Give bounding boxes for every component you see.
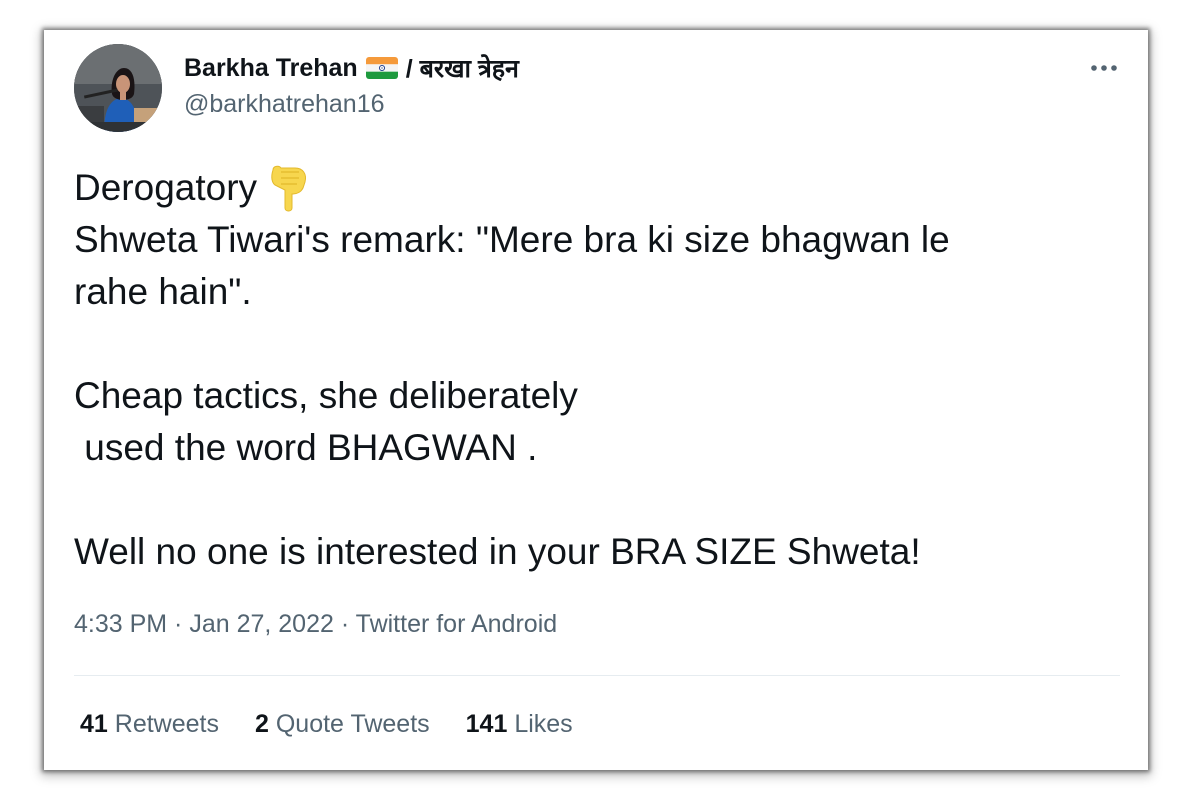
author-name-row[interactable]: Barkha Trehan / बरखा त्रेहन <box>184 52 519 84</box>
likes-stat[interactable]: 141 Likes <box>466 710 573 739</box>
more-options-button[interactable] <box>1088 52 1120 84</box>
more-horizontal-icon <box>1091 65 1117 71</box>
divider <box>74 675 1120 676</box>
india-flag-icon <box>365 57 398 79</box>
quote-tweets-label: Quote Tweets <box>275 710 430 738</box>
tweet-line: Derogatory <box>74 162 1114 214</box>
quote-tweets-stat[interactable]: 2 Quote Tweets <box>255 710 430 739</box>
tweet-card: Barkha Trehan / बरखा त्रेहन @barkhatreha… <box>44 30 1148 770</box>
avatar[interactable] <box>74 44 162 132</box>
tweet-line: Shweta Tiwari's remark: "Mere bra ki siz… <box>74 219 950 260</box>
tweet-line: used the word BHAGWAN . <box>74 427 538 468</box>
tweet-date[interactable]: Jan 27, 2022 <box>189 610 334 638</box>
tweet-stats: 41 Retweets 2 Quote Tweets 141 Likes <box>80 710 609 739</box>
tweet-time[interactable]: 4:33 PM <box>74 610 167 638</box>
backhand-index-pointing-down-icon <box>265 162 311 214</box>
author-display-name-hindi[interactable]: / बरखा त्रेहन <box>406 51 519 85</box>
likes-count: 141 <box>465 710 508 738</box>
avatar-photo <box>74 44 162 132</box>
tweet-line: Well no one is interested in your BRA SI… <box>74 531 921 572</box>
quote-tweets-count: 2 <box>254 710 269 738</box>
tweet-source[interactable]: Twitter for Android <box>356 610 557 638</box>
retweets-label: Retweets <box>114 710 219 738</box>
author-handle[interactable]: @barkhatrehan16 <box>184 90 385 119</box>
tweet-metadata: 4:33 PM · Jan 27, 2022 · Twitter for And… <box>74 610 557 639</box>
tweet-line: rahe hain". <box>74 271 252 312</box>
tweet-line: Cheap tactics, she deliberately <box>74 375 578 416</box>
meta-separator: · <box>167 610 190 638</box>
author-display-name[interactable]: Barkha Trehan <box>184 54 358 83</box>
meta-separator: · <box>333 610 356 638</box>
retweets-stat[interactable]: 41 Retweets <box>80 710 219 739</box>
likes-label: Likes <box>514 710 573 738</box>
retweets-count: 41 <box>80 710 108 738</box>
tweet-text: Derogatory Shweta Tiwari's remark: "Mere… <box>74 162 1114 578</box>
